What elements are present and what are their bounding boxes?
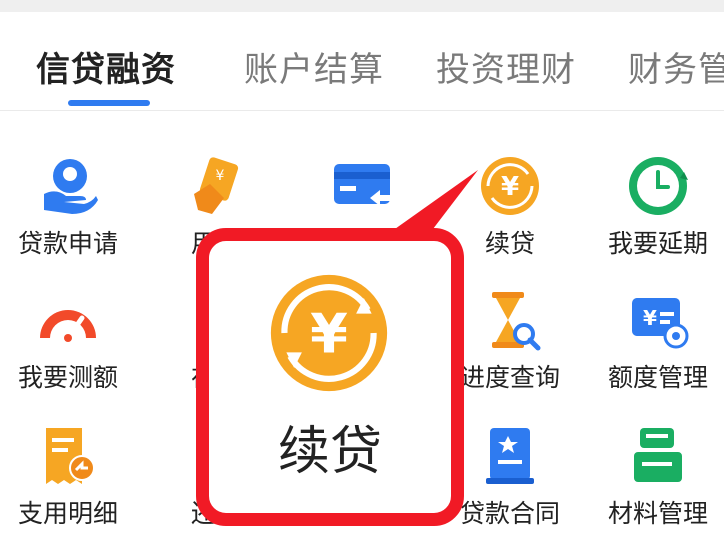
highlight-popup[interactable]: ¥ 续贷 [196,228,464,526]
renew-loan-large-icon: ¥ [270,274,388,392]
svg-text:¥: ¥ [310,302,348,365]
popup-label: 续贷 [277,422,382,482]
